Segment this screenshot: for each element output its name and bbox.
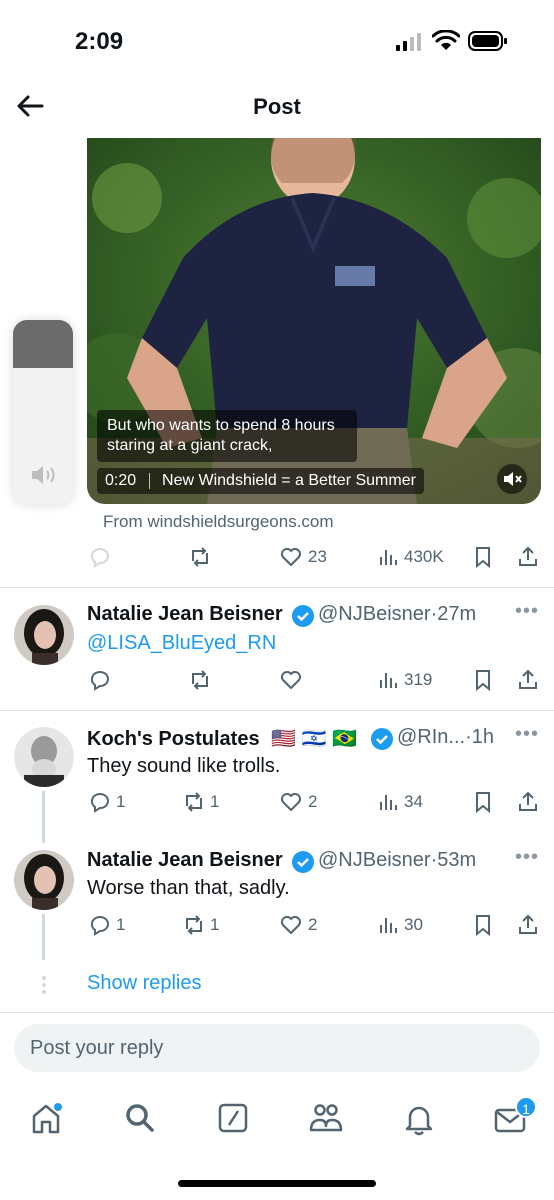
repost-count: 1	[210, 915, 220, 934]
show-replies-link[interactable]: Show replies	[87, 972, 202, 995]
wifi-icon	[432, 30, 460, 50]
home-indicator	[178, 1180, 376, 1187]
author-handle: @NJBeisner	[318, 849, 431, 871]
speaker-muted-icon	[504, 472, 522, 486]
repost-count: 1	[210, 792, 220, 811]
signal-icon	[396, 33, 421, 51]
thread-line	[42, 791, 45, 843]
avatar[interactable]	[14, 605, 74, 665]
page-title: Post	[253, 94, 301, 119]
reply-icon[interactable]	[88, 790, 112, 814]
video-title: New Windshield = a Better Summer	[162, 472, 416, 489]
divider	[0, 587, 554, 588]
video-caption: But who wants to spend 8 hours staring a…	[97, 410, 357, 462]
view-count: 319	[404, 670, 433, 689]
repost-icon[interactable]	[188, 545, 212, 569]
share-icon[interactable]	[516, 790, 540, 814]
like-icon[interactable]	[279, 913, 303, 937]
more-options-icon[interactable]: •••	[515, 723, 539, 746]
reply-icon[interactable]	[88, 545, 112, 569]
avatar[interactable]	[14, 850, 74, 910]
battery-icon	[468, 31, 507, 51]
avatar[interactable]	[14, 727, 74, 787]
repost-icon[interactable]	[188, 668, 212, 692]
share-icon[interactable]	[516, 668, 540, 692]
more-options-icon[interactable]: •••	[515, 600, 539, 623]
post-time: 1h	[471, 726, 495, 748]
communities-icon[interactable]	[308, 1100, 344, 1136]
reply-input[interactable]: Post your reply	[14, 1024, 540, 1072]
share-icon[interactable]	[516, 545, 540, 569]
like-count: 2	[308, 792, 318, 811]
search-icon[interactable]	[124, 1102, 156, 1134]
divider	[0, 1012, 554, 1013]
like-icon[interactable]	[279, 668, 303, 692]
post-text[interactable]: They sound like trolls.	[87, 755, 280, 778]
notifications-icon[interactable]	[403, 1102, 435, 1136]
thread-dots-icon	[42, 976, 46, 994]
volume-slider[interactable]	[13, 320, 73, 505]
post-time: 27m	[437, 603, 477, 625]
volume-level	[13, 320, 73, 368]
grok-icon[interactable]	[217, 1102, 249, 1134]
reply-icon[interactable]	[88, 668, 112, 692]
reply-count: 1	[116, 792, 126, 811]
thread-line	[42, 914, 45, 960]
author-name: Natalie Jean Beisner	[87, 849, 283, 871]
bookmark-icon[interactable]	[471, 913, 495, 937]
divider	[0, 710, 554, 711]
like-count: 23	[308, 547, 327, 566]
like-count: 2	[308, 915, 318, 934]
share-icon[interactable]	[516, 913, 540, 937]
home-icon[interactable]	[30, 1102, 62, 1136]
like-icon[interactable]	[279, 545, 303, 569]
view-count: 30	[404, 915, 423, 934]
card-source[interactable]: From windshieldsurgeons.com	[103, 512, 334, 532]
author-name: Natalie Jean Beisner	[87, 603, 283, 625]
views-icon[interactable]	[376, 790, 400, 814]
reply-count: 1	[116, 915, 126, 934]
bookmark-icon[interactable]	[471, 790, 495, 814]
author-handle: @NJBeisner	[318, 603, 431, 625]
video-time: 0:20	[105, 472, 137, 489]
status-bar: 2:09	[0, 0, 554, 80]
views-icon[interactable]	[376, 913, 400, 937]
status-time: 2:09	[75, 28, 124, 55]
author-name: Koch's Postulates	[87, 728, 260, 750]
post-text[interactable]: Worse than that, sadly.	[87, 877, 290, 900]
flag-emojis: 🇺🇸 🇮🇱 🇧🇷	[271, 728, 357, 750]
reply-icon[interactable]	[88, 913, 112, 937]
views-icon[interactable]	[376, 545, 400, 569]
speaker-icon	[32, 466, 55, 484]
messages-badge: 1	[515, 1096, 537, 1118]
verified-badge-icon	[292, 851, 314, 873]
verified-badge-icon	[292, 605, 314, 627]
repost-icon[interactable]	[182, 790, 206, 814]
post-text[interactable]: @LISA_BluEyed_RN	[87, 632, 276, 655]
views-icon[interactable]	[376, 668, 400, 692]
video-info-bar: 0:20 New Windshield = a Better Summer	[97, 468, 424, 494]
post-time: 53m	[437, 849, 477, 871]
view-count: 430K	[404, 547, 444, 566]
mute-button[interactable]	[497, 464, 527, 494]
more-options-icon[interactable]: •••	[515, 846, 539, 869]
bookmark-icon[interactable]	[471, 668, 495, 692]
verified-badge-icon	[371, 728, 393, 750]
view-count: 34	[404, 792, 423, 811]
bookmark-icon[interactable]	[471, 545, 495, 569]
repost-icon[interactable]	[182, 913, 206, 937]
author-handle: @RIn...	[397, 726, 466, 748]
like-icon[interactable]	[279, 790, 303, 814]
